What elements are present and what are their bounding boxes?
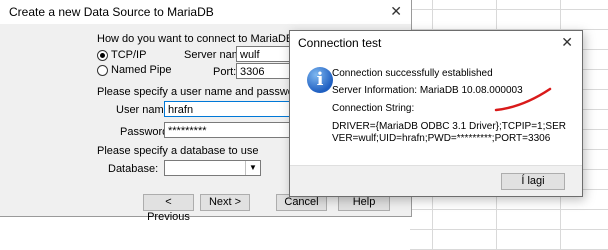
annotation-layer (494, 87, 552, 112)
red-annotation-stroke (494, 87, 552, 112)
